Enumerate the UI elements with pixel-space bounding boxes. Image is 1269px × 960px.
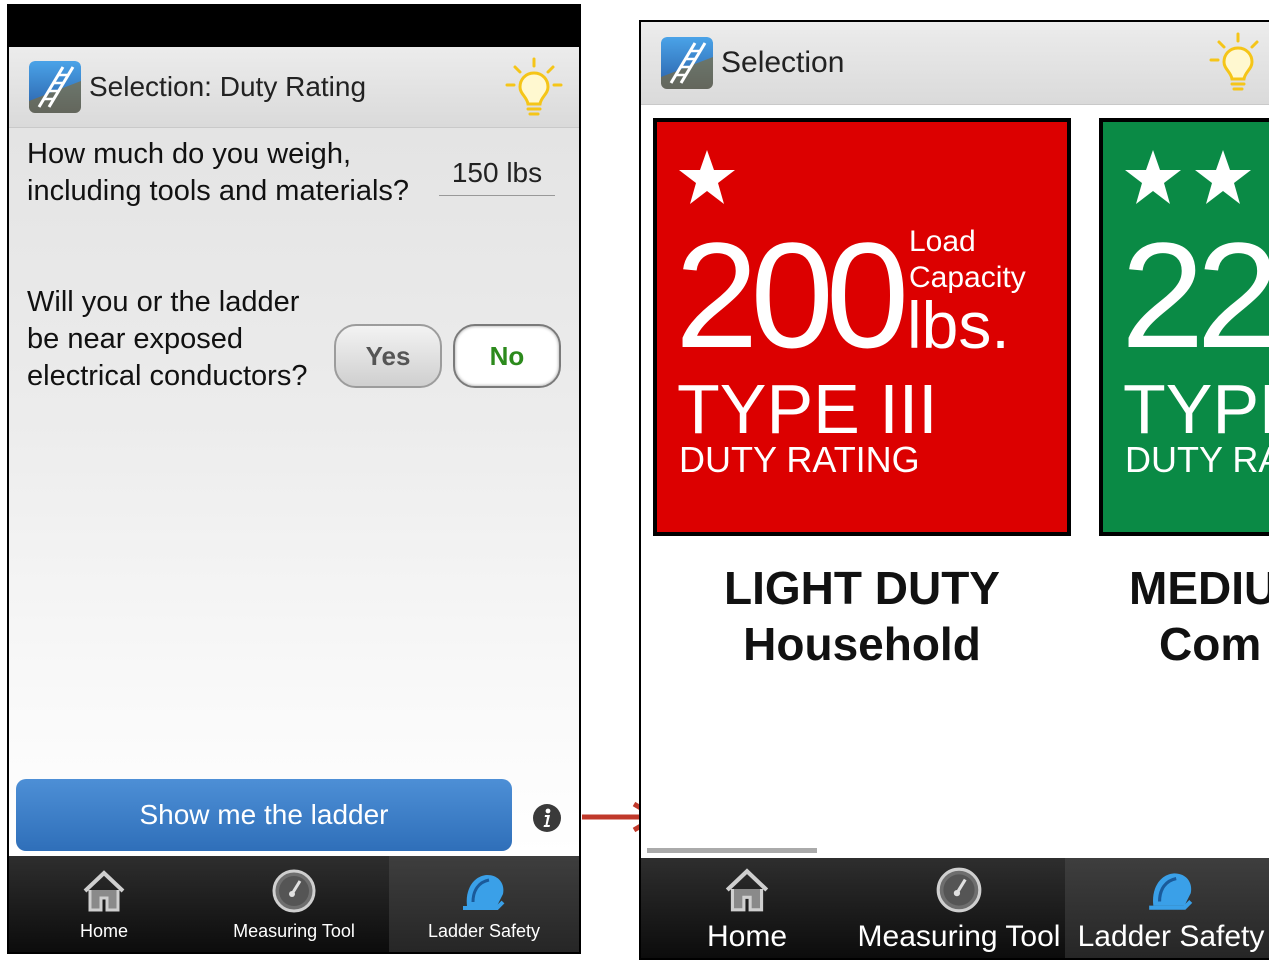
screen-title: Selection: Duty Rating <box>89 71 367 102</box>
capacity-number: 200 <box>675 211 909 379</box>
tab-ladder-safety-label: Ladder Safety <box>1077 920 1265 953</box>
hard-hat-icon <box>1149 873 1193 910</box>
tab-ladder-safety[interactable]: Ladder Safety <box>389 856 579 952</box>
usage-label: Com <box>1159 618 1262 670</box>
gauge-icon <box>936 867 982 913</box>
tab-bar: Home Measuring Tool Ladder Safety <box>9 856 579 952</box>
unit-label: lbs. <box>907 288 1010 362</box>
app-bar: Selection: Duty Rating <box>9 47 579 128</box>
star-icon <box>1195 150 1251 204</box>
electrical-question: Will you or the ladder be near exposed e… <box>27 286 308 392</box>
duty-rating-label: DUTY RATING <box>679 439 920 480</box>
show-ladder-button[interactable]: Show me the ladder <box>16 779 512 851</box>
horizontal-scrollbar[interactable] <box>647 848 817 853</box>
tab-measuring-tool[interactable]: Measuring Tool <box>199 856 389 952</box>
star-rating <box>1123 148 1253 206</box>
form-area <box>9 128 579 854</box>
ladder-selection-screen: Selection 200 Load Capacity lbs. TYPE II… <box>639 20 1269 960</box>
gauge-icon <box>272 869 316 913</box>
tab-bar: Home Measuring Tool Ladder Safety <box>641 858 1269 958</box>
capacity-number: 22 <box>1121 211 1269 379</box>
weight-question: How much do you weigh, including tools a… <box>27 138 410 207</box>
type-label: TYPE III <box>677 370 938 448</box>
home-icon <box>83 870 125 912</box>
tab-ladder-safety-label: Ladder Safety <box>427 921 541 941</box>
ladder-logo-icon <box>29 61 81 113</box>
lightbulb-icon[interactable] <box>1207 32 1269 94</box>
app-bar: Selection <box>641 22 1269 105</box>
card-caption-light-duty: LIGHT DUTY Household <box>653 560 1071 672</box>
usage-label: Household <box>743 618 981 670</box>
duty-rating-screen: Selection: Duty Rating How much do you w… <box>7 4 581 954</box>
ladder-card-light-duty[interactable]: 200 Load Capacity lbs. TYPE III DUTY RAT… <box>653 118 1071 536</box>
home-icon <box>725 868 769 912</box>
tab-measuring-tool-label: Measuring Tool <box>233 921 355 941</box>
duty-rating-label: DUTY RAT <box>1125 439 1269 480</box>
tab-home[interactable]: Home <box>641 858 853 958</box>
ladder-card-medium-duty[interactable]: 22 TYPE DUTY RAT <box>1099 118 1269 536</box>
star-rating <box>677 148 737 206</box>
duty-class-label: MEDIU <box>1129 562 1269 614</box>
weight-input[interactable]: 150 lbs <box>439 151 555 196</box>
tab-measuring-tool-label: Measuring Tool <box>857 920 1061 953</box>
tab-measuring-tool[interactable]: Measuring Tool <box>853 858 1065 958</box>
hard-hat-icon <box>463 875 505 910</box>
yes-button[interactable]: Yes <box>334 324 442 388</box>
star-icon <box>1125 150 1181 204</box>
lightbulb-icon[interactable] <box>503 57 565 119</box>
tab-home[interactable]: Home <box>9 856 199 952</box>
load-label: Load <box>909 225 976 258</box>
duty-class-label: LIGHT DUTY <box>724 562 1000 614</box>
tab-home-label: Home <box>706 920 788 953</box>
type-label: TYPE <box>1123 370 1269 448</box>
card-caption-medium-duty: MEDIU Com <box>1099 560 1269 672</box>
load-capacity-label: Load Capacity <box>909 224 1026 296</box>
screen-title: Selection <box>721 46 845 79</box>
tab-ladder-safety[interactable]: Ladder Safety <box>1065 858 1269 958</box>
ladder-logo-icon <box>661 37 713 89</box>
info-icon[interactable] <box>532 803 562 833</box>
no-button[interactable]: No <box>453 324 561 388</box>
status-bar <box>9 6 579 47</box>
tab-home-label: Home <box>79 921 128 941</box>
star-icon <box>679 150 735 204</box>
